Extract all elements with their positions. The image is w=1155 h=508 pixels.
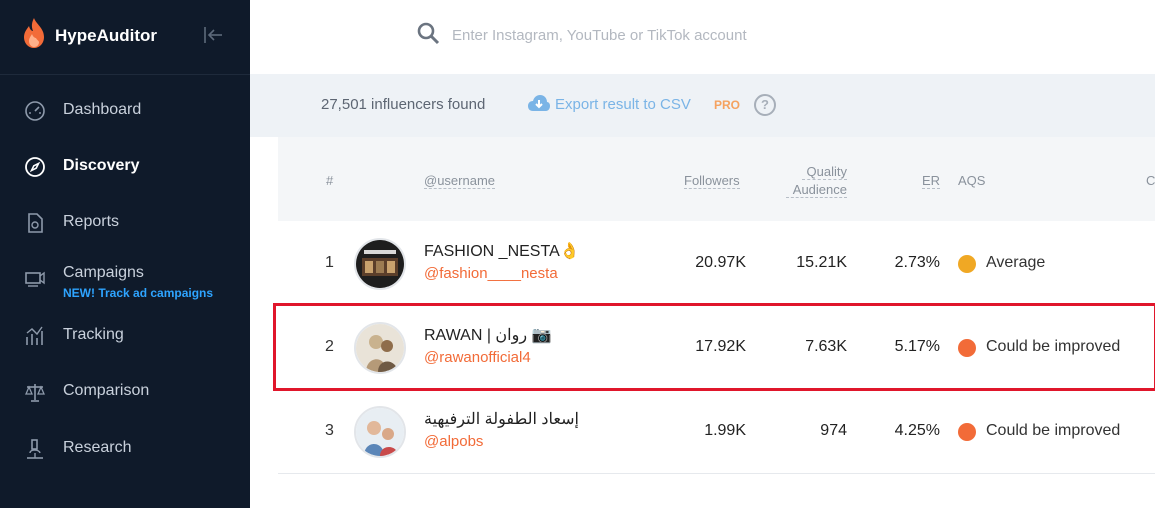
sidebar-item-label: Discovery [63, 157, 140, 174]
influencer-name[interactable]: إسعاد الطفولة الترفيهية [424, 409, 579, 429]
avatar-image [356, 408, 404, 456]
search-input[interactable] [450, 22, 954, 48]
table-row[interactable]: 3 إسعاد الطفولة الترفيهية @alpobs 1.99K … [278, 389, 1155, 474]
sidebar-item-tracking[interactable]: Tracking [0, 315, 250, 355]
avatar[interactable] [354, 238, 406, 290]
column-er[interactable]: ER [922, 173, 941, 189]
app-name: HypeAuditor [55, 26, 157, 45]
sidebar-item-dashboard[interactable]: Dashboard [0, 90, 250, 130]
campaign-icon [25, 271, 45, 287]
influencer-name[interactable]: FASHION _NESTA👌 [424, 241, 580, 261]
er-value: 4.25% [894, 422, 940, 439]
aqs-status-dot [958, 423, 976, 441]
er-value: 2.73% [894, 254, 940, 271]
sidebar: HypeAuditor Dashboard Discovery Reports [0, 0, 250, 508]
sidebar-item-research[interactable]: Research [0, 428, 250, 468]
scales-icon [25, 384, 45, 402]
quality-audience-value: 974 [820, 422, 847, 439]
column-quality-audience-line2[interactable]: Audience [786, 182, 847, 198]
followers-value: 1.99K [704, 422, 746, 439]
row-rank: 3 [325, 422, 334, 439]
dashboard-gauge-icon [25, 101, 45, 121]
influencer-handle-link[interactable]: @alpobs [424, 433, 483, 450]
row-highlight-box [273, 303, 1155, 391]
column-followers[interactable]: Followers [684, 173, 740, 189]
column-rank: # [326, 173, 334, 188]
followers-value: 20.97K [695, 254, 746, 271]
sidebar-item-discovery[interactable]: Discovery [0, 146, 250, 186]
sidebar-item-label: Comparison [63, 382, 150, 399]
campaigns-new-badge[interactable]: NEW! Track ad campaigns [63, 286, 213, 300]
column-extra[interactable]: C [1146, 173, 1155, 188]
results-count: 27,501 influencers found [321, 96, 486, 113]
export-csv-label: Export result to CSV [555, 96, 691, 113]
table-header: # @username Followers Quality Audience E… [278, 137, 1155, 221]
sidebar-item-comparison[interactable]: Comparison [0, 371, 250, 411]
column-username[interactable]: @username [424, 173, 496, 189]
sidebar-item-reports[interactable]: Reports [0, 202, 250, 242]
avatar[interactable] [354, 406, 406, 458]
aqs-status-dot [958, 255, 976, 273]
sidebar-item-label: Tracking [63, 326, 124, 343]
sidebar-item-label: Reports [63, 213, 120, 230]
pro-badge: PRO [714, 98, 741, 112]
sidebar-item-label: Campaigns [63, 264, 144, 281]
aqs-value: Could be improved [986, 422, 1121, 439]
tracking-chart-icon [26, 326, 43, 345]
help-icon[interactable]: ? [754, 94, 776, 116]
search-bar [250, 0, 1155, 74]
aqs-value: Average [986, 254, 1046, 271]
report-document-icon [28, 213, 43, 233]
collapse-sidebar-icon[interactable] [203, 25, 223, 45]
cloud-download-icon [528, 95, 550, 111]
results-toolbar: 27,501 influencers found Export result t… [250, 74, 1155, 137]
compass-icon [25, 157, 45, 177]
flame-logo-icon [24, 18, 44, 48]
avatar-image [356, 240, 404, 288]
quality-audience-value: 15.21K [796, 254, 847, 271]
table-row[interactable]: 1 FASHION _NESTA👌 @fashion____nesta 20.9… [278, 221, 1155, 306]
column-aqs[interactable]: AQS [958, 173, 985, 188]
microscope-icon [27, 439, 43, 459]
influencer-handle-link[interactable]: @fashion____nesta [424, 265, 558, 282]
row-rank: 1 [325, 254, 334, 271]
search-icon[interactable] [416, 21, 440, 45]
sidebar-item-label: Research [63, 439, 132, 456]
sidebar-item-label: Dashboard [63, 101, 142, 118]
logo-row: HypeAuditor [0, 0, 250, 75]
column-quality-audience-line1[interactable]: Quality [802, 164, 847, 180]
